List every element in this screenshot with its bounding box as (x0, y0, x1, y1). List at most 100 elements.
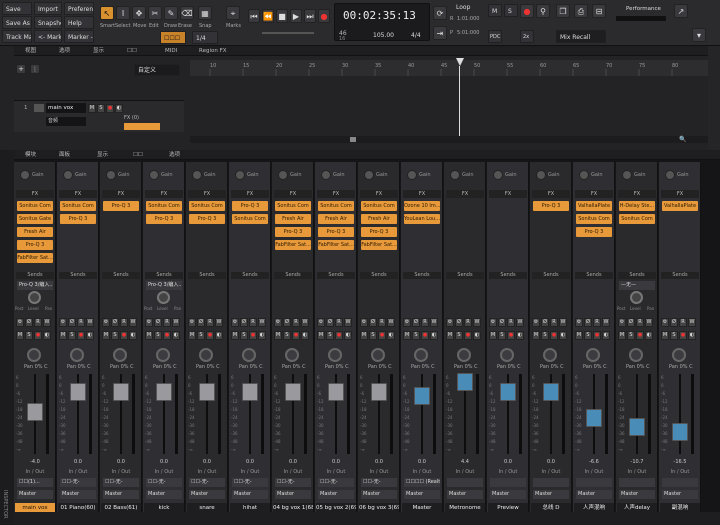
automation-read-button[interactable]: ⚙ (231, 318, 239, 327)
menu-view[interactable]: 视图 (22, 47, 39, 55)
input-select[interactable] (619, 478, 655, 487)
track-options-icon[interactable]: ⋮ (30, 64, 40, 74)
fx-slot[interactable]: Sonitus Com (60, 201, 96, 211)
automation-read-button[interactable]: ⚙ (360, 318, 368, 327)
pan-knob[interactable] (242, 348, 256, 362)
input-echo-button[interactable]: ◐ (430, 331, 438, 340)
sends-header[interactable]: Sends (16, 272, 54, 279)
select-tool-icon[interactable]: I (116, 6, 130, 20)
gain-knob[interactable] (63, 170, 73, 180)
fx-bin-header[interactable]: FX (231, 190, 269, 198)
channel-strip[interactable]: Gain FX Ozone 10 Im... YouLean Lou... Sends… (401, 162, 443, 525)
loop-icon[interactable]: ⟳ (433, 6, 447, 20)
phase-button[interactable]: Ø (412, 318, 420, 327)
input-select[interactable] (662, 478, 698, 487)
fx-slot[interactable]: Sonitus Com (275, 201, 311, 211)
automation-read-button[interactable]: ⚙ (145, 318, 153, 327)
channel-strip[interactable]: Gain FX Sends ⚙ Ø R W M S ● ◐ Pan 0% C60-… (487, 162, 529, 525)
automation-read-button[interactable]: ⚙ (274, 318, 282, 327)
fx-slot[interactable]: Fresh Air (361, 214, 397, 224)
fx-bin-header[interactable]: FX (145, 190, 183, 198)
fx-bin-header[interactable]: FX (360, 190, 398, 198)
fx-bin-header[interactable]: FX (661, 190, 699, 198)
menu-region-fx[interactable]: Region FX (196, 47, 230, 55)
fx-slot[interactable]: H-Delay Ste... (619, 201, 655, 211)
loop-in-field[interactable]: 1:01:000 (457, 16, 479, 22)
mute-button[interactable]: M (102, 331, 110, 340)
volume-fader[interactable] (500, 382, 516, 401)
input-echo-button[interactable]: ◐ (387, 331, 395, 340)
mute-button[interactable]: M (145, 331, 153, 340)
mixer-menu-display[interactable]: 显示 (94, 151, 111, 159)
automation-read-button[interactable]: ⚙ (618, 318, 626, 327)
write-button[interactable]: W (516, 318, 524, 327)
volume-fader[interactable] (156, 382, 172, 401)
track-name-field[interactable]: main vox (46, 103, 86, 113)
solo-button[interactable]: S (412, 331, 420, 340)
sends-header[interactable]: Sends (360, 272, 398, 279)
fx-slot[interactable]: Fresh Air (275, 214, 311, 224)
mute-button[interactable]: M (16, 331, 24, 340)
input-echo-button[interactable]: ◐ (602, 331, 610, 340)
fx-bin-header[interactable]: FX (16, 190, 54, 198)
write-button[interactable]: W (645, 318, 653, 327)
send-level-knob[interactable] (157, 291, 170, 304)
edit-tool-icon[interactable]: ✂ (148, 6, 162, 20)
snap-value-select[interactable]: 1/4 (192, 31, 218, 44)
pan-knob[interactable] (328, 348, 342, 362)
gain-knob[interactable] (278, 170, 288, 180)
save-as-button[interactable]: Save As (2, 16, 32, 29)
mixer-menu-modules[interactable]: 模块 (22, 151, 39, 159)
add-track-icon[interactable]: + (16, 64, 26, 74)
arm-record-button[interactable]: ● (550, 331, 558, 340)
mute-button[interactable]: M (489, 331, 497, 340)
snap-grid-icon[interactable]: ▦ (198, 6, 212, 20)
volume-readout[interactable]: 0.0 (530, 459, 572, 465)
rewind-icon[interactable]: ⏪ (262, 9, 274, 23)
time-signature[interactable]: 4/4 (411, 32, 421, 39)
record-icon[interactable]: ● (318, 9, 330, 23)
volume-fader[interactable] (70, 382, 86, 401)
automation-read-button[interactable]: ⚙ (102, 318, 110, 327)
mute-button[interactable]: M (360, 331, 368, 340)
pan-knob[interactable] (672, 348, 686, 362)
timebase-select[interactable]: 自定义 (134, 64, 180, 76)
track-solo-button[interactable]: S (97, 104, 105, 113)
solo-button[interactable]: S (455, 331, 463, 340)
fx-slot[interactable]: Fresh Air (318, 214, 354, 224)
fader-track[interactable] (636, 374, 638, 454)
automation-read-button[interactable]: ⚙ (188, 318, 196, 327)
output-select[interactable]: Master (189, 490, 225, 499)
output-select[interactable]: Master (60, 490, 96, 499)
read-button[interactable]: R (292, 318, 300, 327)
fx-slot[interactable]: Pro-Q 3 (60, 214, 96, 224)
fx-bin-header[interactable]: FX (446, 190, 484, 198)
volume-fader[interactable] (199, 382, 215, 401)
input-select[interactable] (490, 478, 526, 487)
volume-readout[interactable]: 4.4 (444, 459, 486, 465)
preferences-button[interactable]: Preferenc... (64, 2, 94, 15)
write-button[interactable]: W (43, 318, 51, 327)
mute-button[interactable]: M (59, 331, 67, 340)
gain-knob[interactable] (321, 170, 331, 180)
gain-knob[interactable] (192, 170, 202, 180)
position-slider[interactable] (262, 32, 314, 34)
fx-bin-header[interactable]: FX (59, 190, 97, 198)
solo-button[interactable]: S (68, 331, 76, 340)
mix-recall-select[interactable]: Mix Recall (556, 30, 606, 43)
solo-button[interactable]: S (240, 331, 248, 340)
solo-button[interactable]: S (111, 331, 119, 340)
arm-record-button[interactable]: ● (421, 331, 429, 340)
marks-icon[interactable]: ⌖ (226, 6, 240, 20)
fx-bin-header[interactable]: FX (532, 190, 570, 198)
inspector-tab[interactable]: INSPECTOR (2, 490, 8, 519)
track-header[interactable]: 1 main vox M S ● ◐ 音频 FX (0) (14, 100, 184, 132)
menu-display[interactable]: 显示 (90, 47, 107, 55)
output-select[interactable]: Master (318, 490, 354, 499)
send-level-knob[interactable] (28, 291, 41, 304)
solo-button[interactable]: S (326, 331, 334, 340)
fx-slot[interactable]: Sonitus Com (619, 214, 655, 224)
menu-options[interactable]: 选项 (56, 47, 73, 55)
input-select[interactable]: ☐☐(1)... (17, 478, 53, 487)
send-slot[interactable]: Pro-Q 3/编入... (17, 281, 53, 290)
